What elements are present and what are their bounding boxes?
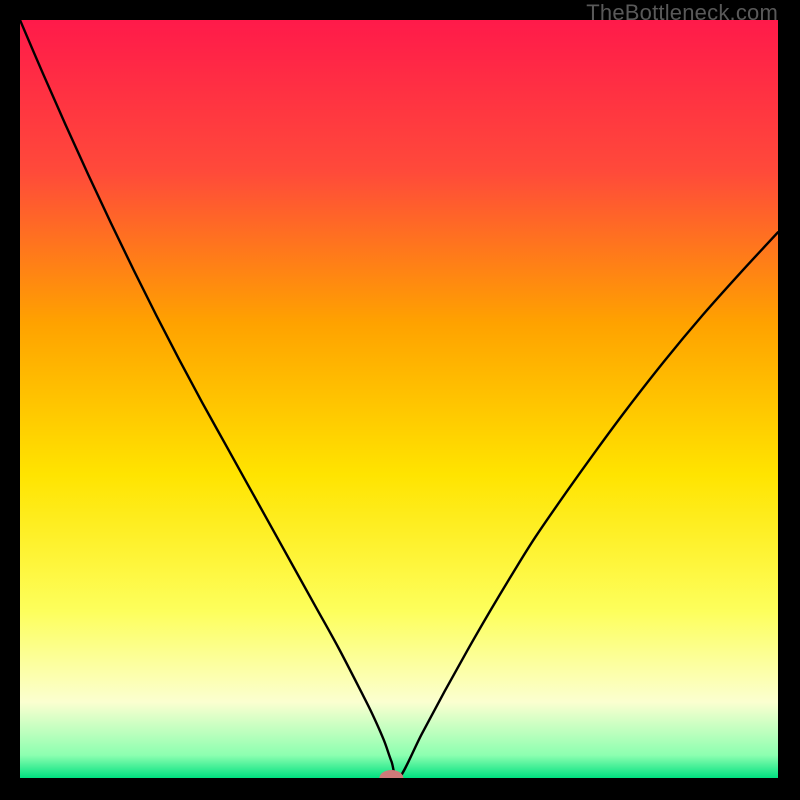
gradient-background bbox=[20, 20, 778, 778]
bottleneck-chart bbox=[20, 20, 778, 778]
chart-frame bbox=[20, 20, 778, 778]
watermark-text: TheBottleneck.com bbox=[586, 0, 778, 26]
